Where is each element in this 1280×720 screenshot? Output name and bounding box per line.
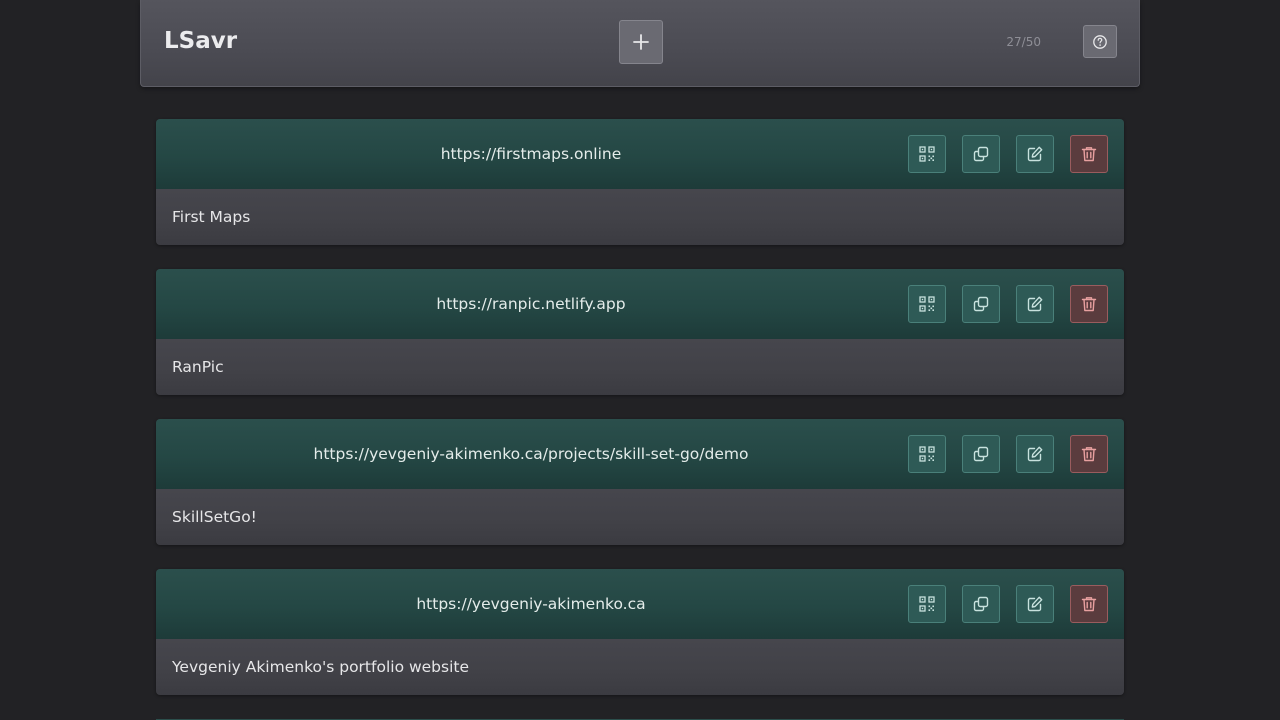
link-actions — [908, 435, 1108, 473]
help-button[interactable] — [1083, 25, 1117, 58]
plus-icon — [633, 34, 649, 50]
add-link-button[interactable] — [619, 20, 663, 64]
copy-icon — [973, 446, 989, 462]
link-card: https://yevgeniy-akimenko.ca Yevgeniy Ak… — [156, 569, 1124, 695]
link-title: Yevgeniy Akimenko's portfolio website — [156, 639, 1124, 695]
link-card-header: https://yevgeniy-akimenko.ca/projects/sk… — [156, 419, 1124, 489]
link-url[interactable]: https://ranpic.netlify.app — [156, 269, 906, 339]
edit-icon — [1027, 596, 1043, 612]
qr-code-button[interactable] — [908, 285, 946, 323]
link-title: First Maps — [156, 189, 1124, 245]
qr-code-button[interactable] — [908, 135, 946, 173]
link-card: https://ranpic.netlify.app RanPic — [156, 269, 1124, 395]
link-url[interactable]: https://yevgeniy-akimenko.ca — [156, 569, 906, 639]
app-header: LSavr 27/50 — [140, 0, 1140, 87]
copy-button[interactable] — [962, 135, 1000, 173]
edit-icon — [1027, 446, 1043, 462]
delete-button[interactable] — [1070, 585, 1108, 623]
copy-button[interactable] — [962, 285, 1000, 323]
trash-icon — [1081, 597, 1097, 612]
link-card-header: https://yevgeniy-akimenko.ca — [156, 569, 1124, 639]
qr-code-icon — [919, 446, 935, 462]
qr-code-icon — [919, 296, 935, 312]
delete-button[interactable] — [1070, 135, 1108, 173]
link-card-header: https://firstmaps.online — [156, 119, 1124, 189]
edit-button[interactable] — [1016, 285, 1054, 323]
link-actions — [908, 285, 1108, 323]
link-url[interactable]: https://firstmaps.online — [156, 119, 906, 189]
qr-code-button[interactable] — [908, 435, 946, 473]
trash-icon — [1081, 147, 1097, 162]
delete-button[interactable] — [1070, 435, 1108, 473]
edit-button[interactable] — [1016, 135, 1054, 173]
copy-icon — [973, 146, 989, 162]
link-list: https://firstmaps.online First Maps http… — [156, 119, 1124, 719]
link-counter: 27/50 — [1006, 35, 1041, 49]
link-card-header: https://ranpic.netlify.app — [156, 269, 1124, 339]
app-logo: LSavr — [164, 28, 238, 54]
delete-button[interactable] — [1070, 285, 1108, 323]
edit-icon — [1027, 296, 1043, 312]
question-circle-icon — [1093, 34, 1107, 49]
link-title: RanPic — [156, 339, 1124, 395]
edit-button[interactable] — [1016, 585, 1054, 623]
trash-icon — [1081, 447, 1097, 462]
link-actions — [908, 135, 1108, 173]
copy-button[interactable] — [962, 585, 1000, 623]
copy-icon — [973, 596, 989, 612]
edit-button[interactable] — [1016, 435, 1054, 473]
copy-button[interactable] — [962, 435, 1000, 473]
link-actions — [908, 585, 1108, 623]
copy-icon — [973, 296, 989, 312]
edit-icon — [1027, 146, 1043, 162]
qr-code-icon — [919, 146, 935, 162]
link-card: https://firstmaps.online First Maps — [156, 119, 1124, 245]
link-url[interactable]: https://yevgeniy-akimenko.ca/projects/sk… — [156, 419, 906, 489]
qr-code-button[interactable] — [908, 585, 946, 623]
qr-code-icon — [919, 596, 935, 612]
trash-icon — [1081, 297, 1097, 312]
link-card: https://yevgeniy-akimenko.ca/projects/sk… — [156, 419, 1124, 545]
link-title: SkillSetGo! — [156, 489, 1124, 545]
